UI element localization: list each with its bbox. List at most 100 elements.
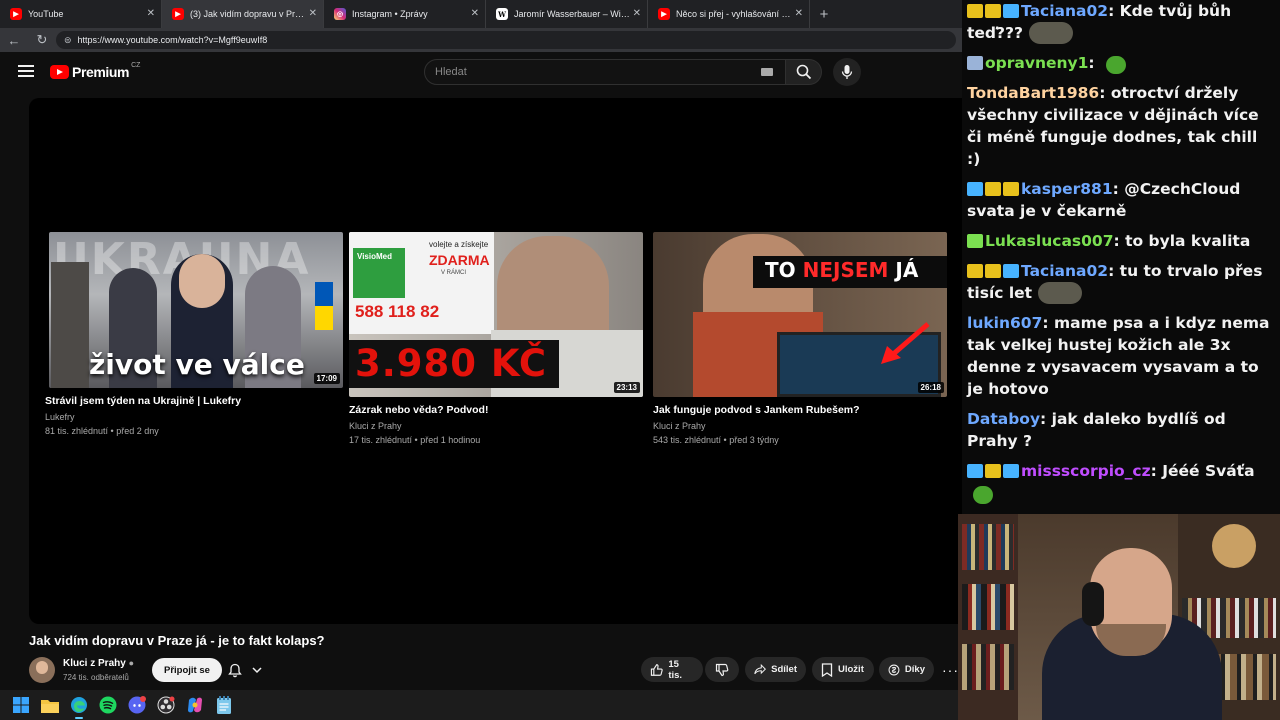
close-icon[interactable]: ✕: [471, 8, 479, 19]
video-meta: 543 tis. zhlédnutí • před 3 týdny: [653, 435, 779, 445]
subscriber-count: 724 tis. odběratelů: [63, 673, 129, 682]
video-thumbnail[interactable]: VisioMed volejte a získejte ZDARMA V RÁM…: [349, 232, 643, 397]
close-icon[interactable]: ✕: [147, 8, 155, 19]
end-screen-video-1[interactable]: UKRAJINA život ve válce 17:09 Strávil js…: [45, 232, 343, 436]
reload-icon[interactable]: ↻: [28, 32, 56, 48]
chat-badge-icon[interactable]: [985, 182, 1001, 196]
video-meta: 81 tis. zhlédnutí • před 2 dny: [45, 426, 159, 436]
video-title[interactable]: Zázrak nebo věda? Podvod!: [349, 404, 643, 416]
tab-wikipedia[interactable]: W Jaromír Wasserbauer – Wikipedie ✕: [486, 0, 648, 28]
notepad-icon[interactable]: [215, 696, 233, 714]
chat-badge-icon[interactable]: [967, 234, 983, 248]
close-icon[interactable]: ✕: [795, 8, 803, 19]
tab-youtube-2[interactable]: ▶ Něco si přej - vyhlašování výherců ✕: [648, 0, 810, 28]
stream-chat: Taciana02: Kde tvůj bůh teď??? opravneny1…: [962, 0, 1280, 514]
chat-badge-icon[interactable]: [985, 464, 1001, 478]
video-page-title: Jak vidím dopravu v Praze já - je to fak…: [29, 633, 325, 648]
tortoise-emote-icon: [1038, 282, 1083, 304]
hamburger-menu-icon[interactable]: [18, 65, 34, 78]
chat-badge-icon[interactable]: [967, 56, 983, 70]
chat-username[interactable]: missscorpio_cz: [1021, 462, 1151, 480]
new-tab-icon[interactable]: +: [810, 0, 838, 28]
discord-icon[interactable]: [128, 696, 146, 714]
video-channel[interactable]: Kluci z Prahy: [349, 421, 643, 431]
youtube-logo[interactable]: Premium CZ: [50, 62, 140, 80]
like-button[interactable]: 15 tis.: [641, 657, 703, 682]
thanks-button[interactable]: Díky: [879, 657, 934, 682]
video-channel[interactable]: Lukefry: [45, 412, 343, 422]
super-thanks-icon: [888, 664, 900, 675]
youtube-icon: ▶: [10, 8, 22, 20]
chat-username[interactable]: kasper881: [1021, 180, 1113, 198]
url-input[interactable]: ⊜ https://www.youtube.com/watch?v=Mgff9e…: [56, 31, 956, 49]
address-bar-row: ← ↻ ⊜ https://www.youtube.com/watch?v=Mg…: [0, 28, 962, 52]
instagram-icon: ◎: [334, 8, 346, 20]
keyboard-icon[interactable]: [761, 68, 773, 76]
voice-search-button[interactable]: [833, 58, 861, 86]
chat-badge-icon[interactable]: [985, 264, 1001, 278]
verified-icon: ●: [128, 658, 135, 668]
spotify-icon[interactable]: [99, 696, 117, 714]
chat-username[interactable]: Taciana02: [1021, 262, 1108, 280]
video-channel[interactable]: Kluci z Prahy: [653, 421, 947, 431]
obs-icon[interactable]: [157, 696, 175, 714]
notification-button[interactable]: [220, 658, 270, 682]
channel-name[interactable]: Kluci z Prahy ●: [63, 658, 134, 669]
chat-badge-icon[interactable]: [1003, 264, 1019, 278]
bell-icon: [228, 663, 242, 677]
chat-badge-icon[interactable]: [967, 182, 983, 196]
chat-separator: :: [1108, 2, 1120, 20]
chat-badge-icon[interactable]: [967, 264, 983, 278]
video-title[interactable]: Jak funguje podvod s Jankem Rubešem?: [653, 404, 947, 416]
video-duration: 17:09: [313, 373, 340, 384]
tab-instagram[interactable]: ◎ Instagram • Zprávy ✕: [324, 0, 486, 28]
screen: ▶ YouTube ✕ ▶ (3) Jak vidím dopravu v Pr…: [0, 0, 1280, 720]
tab-title: (3) Jak vidím dopravu v Praze já - je to…: [190, 9, 308, 19]
chat-username[interactable]: Taciana02: [1021, 2, 1108, 20]
chat-badge-icon[interactable]: [1003, 464, 1019, 478]
dislike-button[interactable]: [705, 657, 739, 682]
end-screen-video-2[interactable]: VisioMed volejte a získejte ZDARMA V RÁM…: [349, 232, 643, 445]
tab-current-video[interactable]: ▶ (3) Jak vidím dopravu v Praze já - je …: [162, 0, 324, 28]
share-button[interactable]: Sdílet: [745, 657, 806, 682]
chat-username[interactable]: lukin607: [967, 314, 1042, 332]
chat-username[interactable]: Lukaslucas007: [985, 232, 1113, 250]
chat-badge-icon[interactable]: [967, 464, 983, 478]
ad-brand: VisioMed: [353, 248, 405, 298]
save-button[interactable]: Uložit: [812, 657, 874, 682]
share-label: Sdílet: [771, 664, 797, 675]
video-title[interactable]: Strávil jsem týden na Ukrajině | Lukefry: [45, 395, 343, 407]
chat-badge-icon[interactable]: [985, 4, 1001, 18]
join-button[interactable]: Připojit se: [152, 658, 222, 682]
close-icon[interactable]: ✕: [633, 8, 641, 19]
windows-icon[interactable]: [12, 696, 30, 714]
tab-title: Instagram • Zprávy: [352, 9, 428, 19]
edge-icon[interactable]: [70, 696, 88, 719]
flag-icon-lower: [315, 306, 333, 330]
tab-title: Jaromír Wasserbauer – Wikipedie: [514, 9, 632, 19]
site-info-icon[interactable]: ⊜: [64, 35, 72, 46]
chat-badge-icon[interactable]: [967, 4, 983, 18]
video-thumbnail[interactable]: TO NEJSEM JÁ 26:18: [653, 232, 947, 397]
chat-badge-icon[interactable]: [1003, 182, 1019, 196]
search-input[interactable]: Hledat: [424, 59, 786, 85]
chat-message: lukin607: mame psa a i kdyz nema tak vel…: [967, 312, 1270, 400]
save-label: Uložit: [838, 664, 864, 675]
close-icon[interactable]: ✕: [309, 8, 317, 19]
chat-username[interactable]: Databoy: [967, 410, 1040, 428]
channel-avatar[interactable]: [29, 657, 55, 683]
file-explorer-icon[interactable]: [41, 696, 59, 714]
copilot-icon[interactable]: [186, 696, 204, 714]
chat-message: Taciana02: Kde tvůj bůh teď???: [967, 0, 1270, 44]
more-actions-icon[interactable]: ···: [942, 662, 959, 678]
chat-username[interactable]: TondaBart1986: [967, 84, 1099, 102]
search-button[interactable]: [786, 59, 822, 85]
chat-badge-icon[interactable]: [1003, 4, 1019, 18]
video-thumbnail[interactable]: UKRAJINA život ve válce 17:09: [49, 232, 343, 388]
chat-username[interactable]: opravneny1: [985, 54, 1088, 72]
back-icon[interactable]: ←: [0, 33, 28, 48]
avatar-face: [36, 661, 48, 674]
end-screen-video-3[interactable]: TO NEJSEM JÁ 26:18 Jak funguje podvod s …: [653, 232, 947, 445]
chat-separator: :: [1150, 462, 1163, 480]
tab-youtube[interactable]: ▶ YouTube ✕: [0, 0, 162, 28]
